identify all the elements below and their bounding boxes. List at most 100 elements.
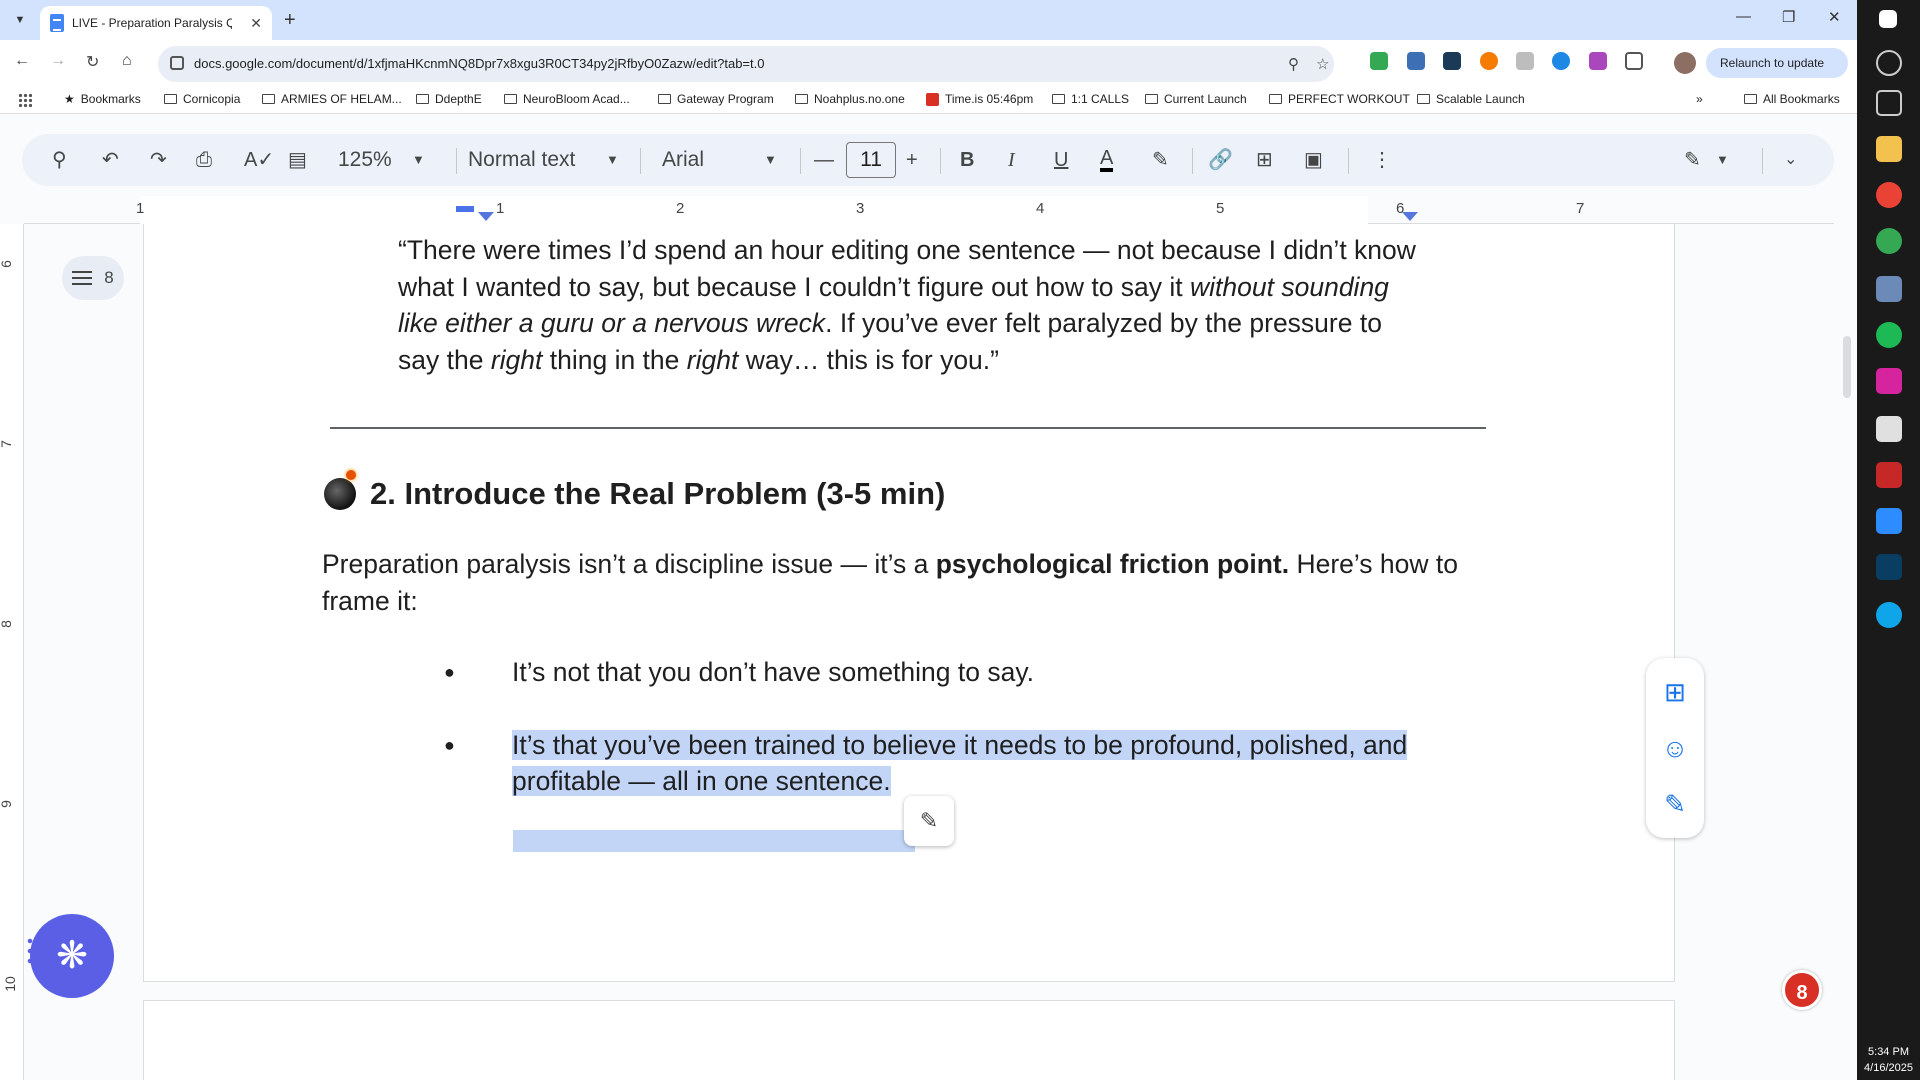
more-vert-icon[interactable]: ⋮ — [1372, 148, 1392, 172]
zoom-select[interactable]: 125% — [338, 148, 392, 172]
spellcheck-icon[interactable]: A✓ — [244, 148, 274, 172]
windows-start-icon[interactable] — [1879, 10, 1897, 28]
zoom-icon[interactable]: ⚲ — [1288, 55, 1299, 73]
list-item[interactable]: It’s not that you don’t have something t… — [444, 654, 1484, 691]
right-indent-handle[interactable] — [1402, 212, 1418, 221]
chrome-profile-icon[interactable] — [1876, 182, 1902, 208]
scrollbar-thumb[interactable] — [1843, 336, 1851, 398]
app-icon[interactable] — [1876, 554, 1902, 580]
back-icon[interactable]: ← — [14, 52, 30, 70]
all-bookmarks-button[interactable]: All Bookmarks — [1744, 92, 1840, 106]
profile-avatar[interactable] — [1674, 52, 1696, 74]
underline-icon[interactable]: U — [1054, 148, 1068, 172]
suggest-edits-icon[interactable]: ✎ — [1659, 788, 1691, 820]
document-page-next[interactable] — [143, 1000, 1675, 1080]
app-icon[interactable] — [1876, 462, 1902, 488]
bookmark-item[interactable]: ★ Bookmarks — [64, 92, 141, 106]
add-emoji-reaction-icon[interactable]: ☺ — [1659, 732, 1691, 764]
section-heading[interactable]: 2. Introduce the Real Problem (3-5 min) — [324, 470, 945, 512]
chevron-down-icon[interactable]: ▼ — [1716, 148, 1729, 172]
gemini-assistant-button[interactable]: ❋ — [30, 914, 114, 998]
bold-icon[interactable]: B — [960, 148, 974, 172]
reload-icon[interactable]: ↻ — [86, 52, 99, 72]
add-comment-icon[interactable]: ⊞ — [1256, 148, 1273, 172]
spotify-icon[interactable] — [1876, 322, 1902, 348]
style-select[interactable]: Normal text — [468, 148, 575, 172]
bookmark-item[interactable]: Current Launch — [1145, 92, 1247, 106]
extension-icon[interactable] — [1407, 52, 1425, 70]
font-size-input[interactable]: 11 — [846, 142, 896, 178]
zoom-app-icon[interactable] — [1876, 508, 1902, 534]
browser-tab[interactable]: LIVE - Preparation Paralysis Q& ✕ — [40, 6, 272, 40]
extensions-puzzle-icon[interactable] — [1625, 52, 1643, 70]
tab-search-chevron-icon[interactable]: ▼ — [10, 10, 30, 30]
bookmark-item[interactable]: DdepthE — [416, 92, 482, 106]
close-tab-icon[interactable]: ✕ — [250, 15, 262, 32]
calculator-icon[interactable] — [1876, 276, 1902, 302]
bookmark-item[interactable]: Gateway Program — [658, 92, 774, 106]
chevron-down-icon[interactable]: ▼ — [764, 148, 777, 172]
edge-icon[interactable] — [1876, 602, 1902, 628]
chevron-down-icon[interactable]: ▼ — [606, 148, 619, 172]
bookmark-item[interactable]: Cornicopia — [164, 92, 240, 106]
extension-icon[interactable] — [1552, 52, 1570, 70]
url-text[interactable]: docs.google.com/document/d/1xfjmaHKcnmNQ… — [194, 56, 764, 71]
bookmark-item[interactable]: 1:1 CALLS — [1052, 92, 1129, 106]
instagram-icon[interactable] — [1876, 368, 1902, 394]
pencil-icon[interactable]: ✎ — [1684, 148, 1701, 172]
bookmark-item[interactable]: Time.is 05:46pm — [926, 92, 1033, 106]
forward-icon[interactable]: → — [50, 52, 66, 70]
new-tab-button[interactable]: + — [284, 10, 296, 30]
vertical-scrollbar[interactable] — [1840, 224, 1854, 1080]
list-item-selected[interactable]: It’s that you’ve been trained to believe… — [444, 727, 1484, 800]
bookmark-item[interactable]: Noahplus.no.one — [795, 92, 905, 106]
taskbar-clock[interactable]: 5:34 PM 4/16/2025 — [1857, 1044, 1920, 1076]
task-view-icon[interactable] — [1876, 90, 1902, 116]
bookmark-item[interactable]: Scalable Launch — [1417, 92, 1525, 106]
apps-grid-icon[interactable] — [18, 93, 32, 107]
left-indent-handle[interactable] — [478, 212, 494, 221]
bookmarks-overflow-icon[interactable]: » — [1696, 92, 1703, 106]
first-line-indent-handle[interactable] — [456, 206, 474, 212]
notification-badge[interactable]: 8 — [1782, 970, 1822, 1010]
bookmark-item[interactable]: NeuroBloom Acad... — [504, 92, 630, 106]
edit-with-gemini-button[interactable]: ✎ — [904, 796, 954, 846]
minimize-icon[interactable]: — — [1736, 8, 1751, 25]
redo-icon[interactable]: ↷ — [150, 148, 167, 172]
relaunch-to-update-button[interactable]: Relaunch to update — [1706, 48, 1848, 78]
insert-image-icon[interactable]: ▣ — [1304, 148, 1323, 172]
print-icon[interactable]: ⎙ — [196, 148, 212, 172]
home-icon[interactable]: ⌂ — [122, 52, 132, 70]
app-icon[interactable] — [1876, 416, 1902, 442]
link-icon[interactable]: 🔗 — [1208, 148, 1233, 172]
restore-icon[interactable]: ❐ — [1782, 8, 1795, 26]
file-explorer-icon[interactable] — [1876, 136, 1902, 162]
site-info-icon[interactable] — [170, 56, 184, 70]
extension-icon[interactable] — [1516, 52, 1534, 70]
document-outline-button[interactable]: 8 — [62, 256, 124, 300]
font-select[interactable]: Arial — [662, 148, 704, 172]
extension-icon[interactable] — [1443, 52, 1461, 70]
close-window-icon[interactable]: ✕ — [1828, 8, 1841, 26]
text-color-icon[interactable]: A — [1100, 148, 1114, 172]
extension-icon[interactable] — [1589, 52, 1607, 70]
increase-font-size-icon[interactable]: + — [906, 148, 918, 172]
paint-format-icon[interactable]: ▤ — [288, 148, 307, 172]
extension-icon[interactable] — [1480, 52, 1498, 70]
italic-icon[interactable]: I — [1008, 148, 1015, 172]
chrome-icon[interactable] — [1876, 228, 1902, 254]
collapse-menus-icon[interactable]: ⌄ — [1784, 148, 1797, 172]
bookmark-star-icon[interactable]: ☆ — [1316, 55, 1329, 73]
google-drive-extension-icon[interactable] — [1370, 52, 1388, 70]
bookmark-item[interactable]: ARMIES OF HELAM... — [262, 92, 402, 106]
bookmark-item[interactable]: PERFECT WORKOUT — [1269, 92, 1410, 106]
omnibox[interactable]: docs.google.com/document/d/1xfjmaHKcnmNQ… — [158, 46, 1334, 82]
search-icon[interactable] — [1876, 50, 1902, 76]
add-comment-icon[interactable]: ⊞ — [1659, 676, 1691, 708]
undo-icon[interactable]: ↶ — [102, 148, 119, 172]
chevron-down-icon[interactable]: ▼ — [412, 148, 425, 172]
body-paragraph[interactable]: Preparation paralysis isn’t a discipline… — [322, 546, 1512, 619]
quote-paragraph[interactable]: “There were times I’d spend an hour edit… — [398, 232, 1428, 378]
bullet-list[interactable]: It’s not that you don’t have something t… — [444, 654, 1484, 836]
decrease-font-size-icon[interactable]: — — [814, 148, 834, 172]
